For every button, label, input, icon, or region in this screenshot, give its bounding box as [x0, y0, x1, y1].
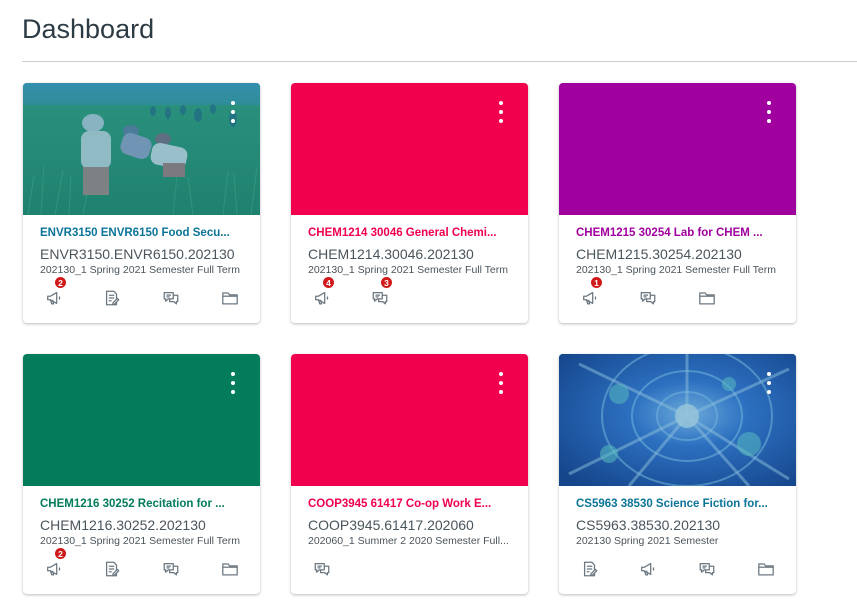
course-card[interactable]: CHEM1215 30254 Lab for CHEM ... CHEM1215.… [559, 83, 796, 323]
course-card[interactable]: COOP3945 61417 Co-op Work E... COOP3945.6… [291, 354, 528, 594]
course-card-hero[interactable] [291, 354, 528, 486]
course-term: 202060_1 Summer 2 2020 Semester Full... [308, 535, 509, 547]
card-options-kebab-icon[interactable] [764, 372, 774, 394]
course-card[interactable]: CS5963 38530 Science Fiction for... CS596… [559, 354, 796, 594]
discussions-action[interactable] [160, 559, 182, 579]
course-code: CHEM1215.30254.202130 [576, 246, 742, 262]
course-code: CS5963.38530.202130 [576, 517, 721, 533]
course-code: CHEM1214.30046.202130 [308, 246, 474, 262]
course-title-link[interactable]: ENVR3150 ENVR6150 Food Secu... [40, 227, 245, 239]
assignments-action[interactable] [579, 559, 601, 579]
page-title: Dashboard [22, 14, 155, 44]
discussions-action[interactable] [696, 559, 718, 579]
unread-count-badge: 2 [54, 547, 67, 560]
course-card-hero[interactable] [291, 83, 528, 215]
course-card-hero[interactable] [559, 354, 796, 486]
title-divider [22, 61, 857, 62]
course-term: 202130_1 Spring 2021 Semester Full Term [308, 264, 509, 276]
course-term: 202130_1 Spring 2021 Semester Full Term [40, 535, 241, 547]
card-options-kebab-icon[interactable] [496, 372, 506, 394]
unread-count-badge: 2 [54, 276, 67, 289]
discussions-action[interactable] [311, 559, 333, 579]
card-options-kebab-icon[interactable] [764, 101, 774, 123]
course-code: CHEM1216.30252.202130 [40, 517, 206, 533]
card-options-kebab-icon[interactable] [228, 101, 238, 123]
files-action[interactable] [219, 288, 241, 308]
course-title-link[interactable]: CHEM1215 30254 Lab for CHEM ... [576, 227, 781, 239]
course-card-hero[interactable] [23, 83, 260, 215]
announcements-action[interactable]: 1 [579, 276, 603, 308]
course-title-link[interactable]: CHEM1214 30046 General Chemi... [308, 227, 513, 239]
course-card[interactable]: ENVR3150 ENVR6150 Food Secu... ENVR3150.E… [23, 83, 260, 323]
files-action[interactable] [696, 288, 718, 308]
unread-count-badge: 3 [380, 276, 393, 289]
discussions-action[interactable] [160, 288, 182, 308]
course-title-link[interactable]: CS5963 38530 Science Fiction for... [576, 498, 781, 510]
announcements-action[interactable] [637, 559, 659, 579]
course-card[interactable]: CHEM1216 30252 Recitation for ... CHEM121… [23, 354, 260, 594]
course-title-link[interactable]: CHEM1216 30252 Recitation for ... [40, 498, 245, 510]
course-code: COOP3945.61417.202060 [308, 517, 474, 533]
course-term: 202130_1 Spring 2021 Semester Full Term [576, 264, 777, 276]
discussions-action[interactable]: 3 [369, 276, 393, 308]
card-options-kebab-icon[interactable] [228, 372, 238, 394]
unread-count-badge: 1 [590, 276, 603, 289]
card-options-kebab-icon[interactable] [496, 101, 506, 123]
course-card-hero[interactable] [559, 83, 796, 215]
course-term: 202130 Spring 2021 Semester [576, 535, 719, 547]
assignments-action[interactable] [101, 559, 123, 579]
files-action[interactable] [755, 559, 777, 579]
files-action[interactable] [219, 559, 241, 579]
course-card-hero[interactable] [23, 354, 260, 486]
discussions-action[interactable] [637, 288, 659, 308]
announcements-action[interactable]: 4 [311, 276, 335, 308]
course-code: ENVR3150.ENVR6150.202130 [40, 246, 235, 262]
course-title-link[interactable]: COOP3945 61417 Co-op Work E... [308, 498, 513, 510]
unread-count-badge: 4 [322, 276, 335, 289]
announcements-action[interactable]: 2 [43, 547, 67, 579]
course-term: 202130_1 Spring 2021 Semester Full Term [40, 264, 241, 276]
announcements-action[interactable]: 2 [43, 276, 67, 308]
course-card[interactable]: CHEM1214 30046 General Chemi... CHEM1214.… [291, 83, 528, 323]
assignments-action[interactable] [101, 288, 123, 308]
